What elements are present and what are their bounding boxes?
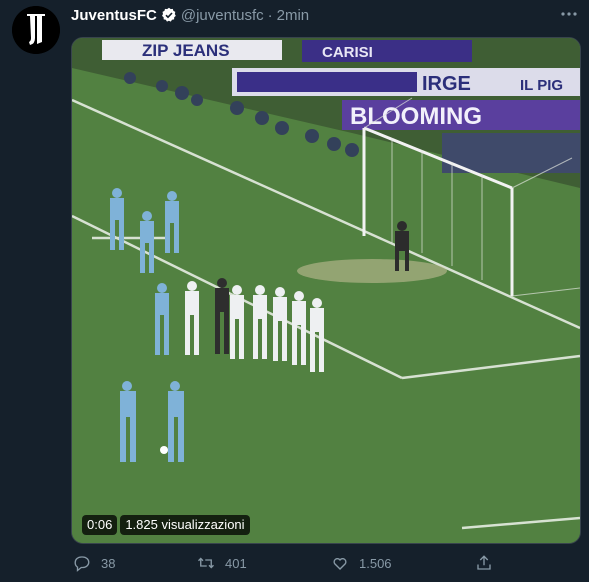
- view-count: 1.825 visualizzazioni: [120, 515, 250, 535]
- retweet-button[interactable]: 401: [197, 554, 247, 572]
- display-name[interactable]: JuventusFC: [71, 7, 157, 24]
- like-button[interactable]: 1.506: [331, 554, 392, 572]
- avatar[interactable]: [12, 6, 60, 54]
- more-horizontal-icon[interactable]: [559, 6, 579, 22]
- billboard-text: ZIP JEANS: [142, 41, 230, 60]
- handle[interactable]: @juventusfc: [181, 7, 264, 24]
- retweet-icon: [198, 557, 214, 569]
- like-count: 1.506: [359, 555, 392, 571]
- separator: ·: [267, 6, 273, 24]
- video-elapsed-time: 0:06: [82, 515, 118, 535]
- billboard-text: IRGE: [422, 73, 471, 95]
- billboard-text: CARISI: [322, 44, 373, 61]
- video-frame: ZIP JEANS CARISI IRGE IL PIG BLOOMING: [72, 38, 580, 543]
- video-overlay: 0:06 1.825 visualizzazioni: [82, 515, 250, 535]
- reply-button[interactable]: 38: [73, 554, 115, 572]
- video-player[interactable]: ZIP JEANS CARISI IRGE IL PIG BLOOMING 0:…: [71, 37, 581, 544]
- verified-badge-icon: [161, 7, 177, 23]
- share-button[interactable]: [475, 554, 493, 572]
- tweet-header: JuventusFC @juventusfc · 2min: [71, 5, 309, 25]
- reply-count: 38: [101, 555, 116, 571]
- billboard-text: BLOOMING: [350, 103, 482, 130]
- billboard-text: IL PIG: [520, 77, 563, 94]
- tweet[interactable]: JuventusFC @juventusfc · 2min ZIP JEANS: [0, 0, 589, 582]
- timestamp[interactable]: 2min: [277, 7, 310, 24]
- share-icon: [477, 555, 491, 570]
- tweet-actions: 38 401 1.506: [71, 552, 511, 574]
- heart-icon: [333, 557, 347, 570]
- retweet-count: 401: [225, 555, 247, 571]
- juventus-logo-icon: [12, 6, 60, 54]
- reply-icon: [74, 556, 90, 572]
